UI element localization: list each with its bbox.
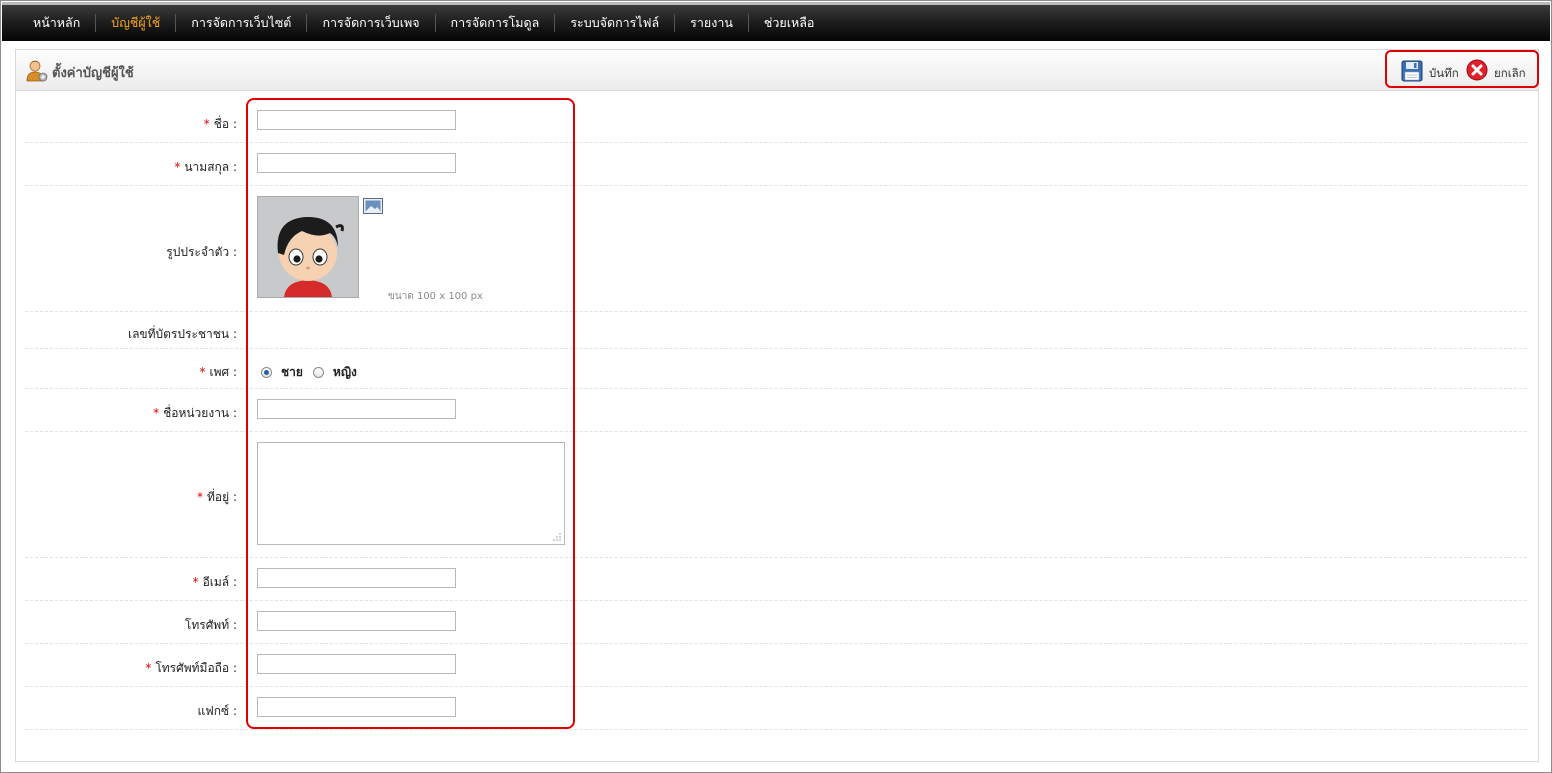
menu-item-help[interactable]: ช่วยเหลือ	[747, 14, 830, 32]
page-title: ตั้งค่าบัญชีผู้ใช้	[52, 66, 134, 81]
email-label: * อีเมล์ :	[192, 575, 237, 589]
form-row-address: * ที่อยู่ :	[25, 432, 1527, 558]
mobile-label: * โทรศัพท์มือถือ :	[145, 661, 237, 675]
avatar-size-note: ขนาด 100 x 100 px	[388, 291, 483, 302]
top-nav-bar: หน้าหลัก บัญชีผู้ใช้ การจัดการเว็บไซต์ ก…	[2, 2, 1550, 41]
form-row-fax: แฟกซ์ :	[25, 687, 1527, 730]
save-button[interactable]: บันทึก	[1429, 65, 1459, 83]
user-settings-icon	[26, 60, 48, 82]
gender-male-label[interactable]: ชาย	[281, 363, 303, 382]
mobile-input[interactable]	[257, 654, 456, 674]
main-menu: หน้าหลัก บัญชีผู้ใช้ การจัดการเว็บไซต์ ก…	[18, 5, 829, 41]
floppy-disk-icon[interactable]	[1401, 60, 1423, 82]
menu-item-website-management[interactable]: การจัดการเว็บไซต์	[175, 14, 306, 32]
first-name-label: * ชื่อ :	[203, 117, 237, 131]
resize-grip-icon[interactable]	[553, 533, 561, 541]
phone-label: โทรศัพท์ :	[184, 618, 237, 632]
form-row-mobile: * โทรศัพท์มือถือ :	[25, 644, 1527, 687]
menu-item-user-account[interactable]: บัญชีผู้ใช้	[95, 14, 175, 32]
menu-item-module-management[interactable]: การจัดการโมดูล	[434, 14, 555, 32]
department-label: * ชื่อหน่วยงาน :	[153, 406, 237, 420]
gender-male-radio[interactable]	[261, 367, 272, 378]
image-icon[interactable]	[363, 198, 383, 214]
national-id-label: เลขที่บัตรประชาชน :	[127, 327, 237, 341]
avatar-cartoon-icon	[258, 197, 358, 297]
first-name-input[interactable]	[257, 110, 456, 130]
menu-item-home[interactable]: หน้าหลัก	[18, 14, 95, 32]
form-row-email: * อีเมล์ :	[25, 558, 1527, 601]
panel-header: ตั้งค่าบัญชีผู้ใช้ บันทึก ยกเลิก	[16, 50, 1539, 91]
cancel-button[interactable]: ยกเลิก	[1494, 65, 1526, 83]
avatar-label: รูปประจำตัว :	[166, 245, 237, 259]
user-settings-panel: ตั้งค่าบัญชีผู้ใช้ บันทึก ยกเลิก * ชื่อ :…	[15, 49, 1539, 762]
form-row-last-name: * นามสกุล :	[25, 143, 1527, 186]
fax-input[interactable]	[257, 697, 456, 717]
red-x-circle-icon[interactable]	[1466, 59, 1488, 81]
menu-item-file-manager[interactable]: ระบบจัดการไฟล์	[554, 14, 674, 32]
form-row-national-id: เลขที่บัตรประชาชน :	[25, 312, 1527, 349]
menu-item-reports[interactable]: รายงาน	[674, 14, 748, 32]
phone-input[interactable]	[257, 611, 456, 631]
fax-label: แฟกซ์ :	[197, 704, 238, 718]
address-textarea[interactable]	[257, 442, 565, 545]
form-row-gender: * เพศ : ชาย หญิง	[25, 349, 1527, 389]
menu-item-webpage-management[interactable]: การจัดการเว็บเพจ	[306, 14, 434, 32]
form-row-phone: โทรศัพท์ :	[25, 601, 1527, 644]
avatar-image	[257, 196, 359, 298]
gender-radio-group: ชาย หญิง	[261, 363, 367, 382]
toolbar: บันทึก ยกเลิก	[1385, 50, 1539, 88]
gender-label: * เพศ :	[199, 365, 238, 379]
gender-female-radio[interactable]	[312, 367, 324, 378]
address-textarea-wrap	[257, 442, 565, 545]
gender-female-label[interactable]: หญิง	[333, 363, 357, 382]
email-input[interactable]	[257, 568, 456, 588]
form-row-avatar: รูปประจำตัว : ขนาด 100 x 100 px	[25, 186, 1527, 312]
address-label: * ที่อยู่ :	[196, 490, 237, 504]
form-row-first-name: * ชื่อ :	[25, 100, 1527, 143]
last-name-label: * นามสกุล :	[174, 160, 237, 174]
department-input[interactable]	[257, 399, 456, 419]
last-name-input[interactable]	[257, 153, 456, 173]
form-row-department: * ชื่อหน่วยงาน :	[25, 389, 1527, 432]
